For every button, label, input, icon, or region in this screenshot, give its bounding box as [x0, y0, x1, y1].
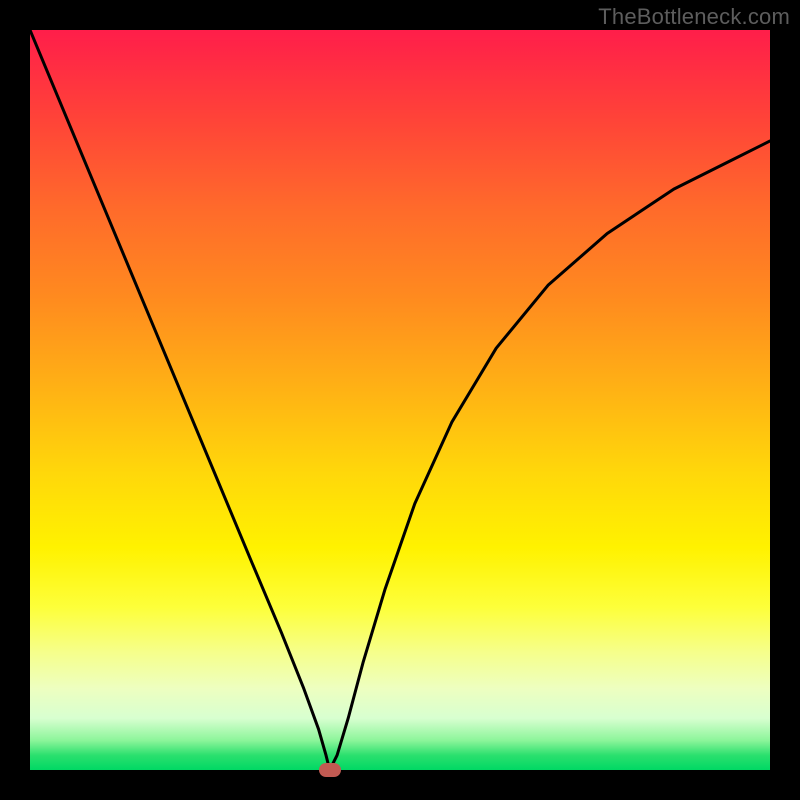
- plot-area: [30, 30, 770, 770]
- bottleneck-curve: [30, 30, 770, 770]
- minimum-marker: [319, 763, 341, 777]
- curve-svg: [30, 30, 770, 770]
- chart-frame: TheBottleneck.com: [0, 0, 800, 800]
- watermark-text: TheBottleneck.com: [598, 4, 790, 30]
